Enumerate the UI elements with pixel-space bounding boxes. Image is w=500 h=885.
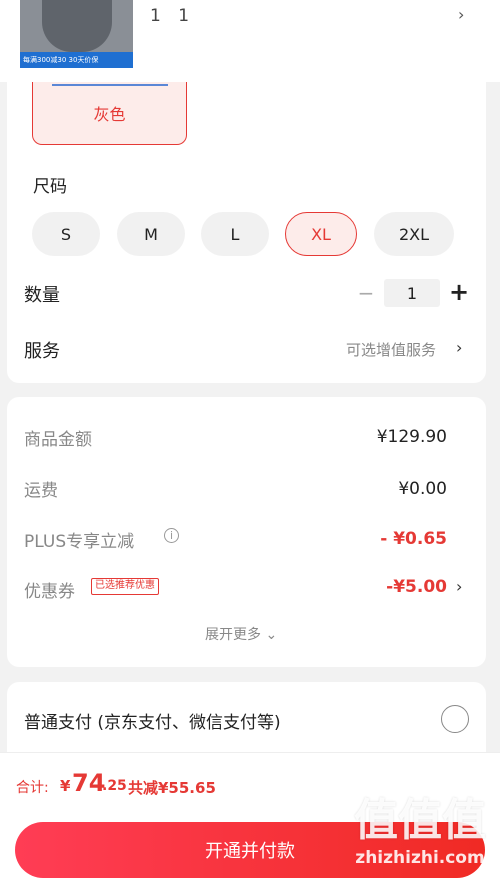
expand-more-button[interactable]: 展开更多 ⌄	[205, 624, 277, 644]
coupon-tag: 已选推荐优惠	[91, 578, 159, 595]
chevron-right-icon[interactable]: ›	[456, 577, 462, 596]
plus-discount-label: PLUS专享立减	[24, 532, 135, 552]
product-promo-banner: 每满300减30 30天价保	[20, 52, 133, 68]
goods-amount-label: 商品金额	[24, 430, 92, 450]
quantity-label: 数量	[24, 285, 60, 306]
total-saved: 共减¥55.65	[128, 779, 216, 797]
quantity-input[interactable]: 1	[384, 279, 440, 307]
color-chip-divider	[52, 84, 168, 86]
quantity-decrement-button[interactable]: −	[356, 279, 376, 307]
payment-method-label: 普通支付 (京东支付、微信支付等)	[24, 713, 281, 733]
goods-amount-value: ¥129.90	[376, 427, 447, 447]
quantity-increment-button[interactable]: +	[447, 277, 471, 307]
size-option-l[interactable]: L	[201, 212, 269, 256]
size-option-2xl[interactable]: 2XL	[374, 212, 454, 256]
info-icon[interactable]: i	[164, 528, 179, 543]
total-label: 合计:	[16, 780, 49, 796]
size-option-s[interactable]: S	[32, 212, 100, 256]
shipping-label: 运费	[24, 481, 58, 501]
size-option-m[interactable]: M	[117, 212, 185, 256]
watermark-site: zhizhizhi.com	[355, 848, 485, 868]
chevron-right-icon[interactable]: ›	[458, 5, 464, 24]
product-thumbnail[interactable]: 每满300减30 30天价保	[20, 0, 133, 68]
total-amount-decimal: .25	[102, 778, 127, 794]
watermark-logo: 值值值	[354, 795, 486, 846]
product-name: 1 1	[150, 6, 196, 26]
total-currency: ¥	[60, 777, 71, 795]
shipping-value: ¥0.00	[398, 479, 447, 499]
color-option-selected[interactable]: 灰色	[32, 82, 187, 145]
service-label: 服务	[24, 341, 60, 362]
payment-method-radio[interactable]	[441, 705, 469, 733]
service-value[interactable]: 可选增值服务	[346, 339, 436, 360]
size-option-xl[interactable]: XL	[285, 212, 357, 256]
watermark: 值值值 zhizhizhi.com	[350, 795, 490, 869]
size-title: 尺码	[33, 177, 67, 197]
chevron-down-icon: ⌄	[265, 627, 278, 643]
chevron-right-icon[interactable]: ›	[456, 338, 462, 357]
coupon-label: 优惠券	[24, 582, 75, 602]
product-image-figure	[42, 0, 112, 52]
coupon-value[interactable]: -¥5.00	[307, 577, 447, 597]
total-amount-integer: 74	[72, 769, 106, 797]
plus-discount-value: - ¥0.65	[380, 529, 447, 549]
expand-more-label: 展开更多	[205, 627, 261, 643]
